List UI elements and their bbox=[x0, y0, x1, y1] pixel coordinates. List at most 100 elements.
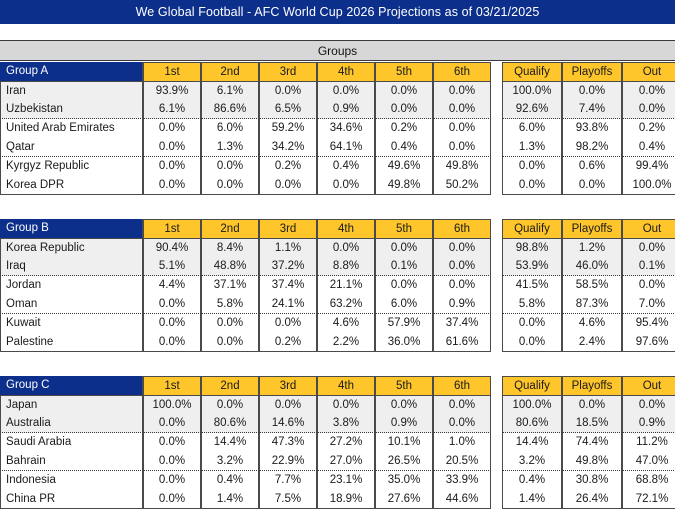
column-header-place[interactable]: 3rd bbox=[259, 62, 317, 81]
column-header-place[interactable]: 3rd bbox=[259, 219, 317, 238]
column-gap bbox=[491, 414, 502, 433]
column-header-outcome[interactable]: Qualify bbox=[502, 62, 562, 81]
team-name[interactable]: Jordan bbox=[0, 276, 143, 295]
place-probability-cell: 24.1% bbox=[259, 295, 317, 314]
place-probability-cell: 0.0% bbox=[143, 295, 201, 314]
place-probability-cell: 0.0% bbox=[375, 81, 433, 100]
column-header-place[interactable]: 4th bbox=[317, 376, 375, 395]
place-probability-cell: 6.1% bbox=[201, 81, 259, 100]
team-name[interactable]: Indonesia bbox=[0, 471, 143, 490]
place-probability-cell: 0.0% bbox=[433, 138, 491, 157]
team-name[interactable]: Oman bbox=[0, 295, 143, 314]
column-header-place[interactable]: 1st bbox=[143, 62, 201, 81]
place-probability-cell: 27.2% bbox=[317, 433, 375, 452]
team-name[interactable]: Iraq bbox=[0, 257, 143, 276]
place-probability-cell: 49.6% bbox=[375, 157, 433, 176]
place-probability-cell: 34.2% bbox=[259, 138, 317, 157]
column-header-place[interactable]: 2nd bbox=[201, 219, 259, 238]
column-header-place[interactable]: 6th bbox=[433, 219, 491, 238]
place-probability-cell: 6.0% bbox=[201, 119, 259, 138]
place-probability-cell: 0.0% bbox=[201, 333, 259, 352]
place-probability-cell: 0.0% bbox=[143, 452, 201, 471]
place-probability-cell: 0.0% bbox=[143, 314, 201, 333]
team-name[interactable]: Kyrgyz Republic bbox=[0, 157, 143, 176]
place-probability-cell: 36.0% bbox=[375, 333, 433, 352]
column-gap bbox=[491, 490, 502, 509]
outcome-probability-cell: 18.5% bbox=[562, 414, 622, 433]
outcome-probability-cell: 97.6% bbox=[622, 333, 675, 352]
outcome-probability-cell: 49.8% bbox=[562, 452, 622, 471]
place-probability-cell: 0.2% bbox=[259, 157, 317, 176]
place-probability-cell: 37.4% bbox=[259, 276, 317, 295]
place-probability-cell: 0.0% bbox=[433, 100, 491, 119]
team-name[interactable]: Uzbekistan bbox=[0, 100, 143, 119]
column-header-outcome[interactable]: Out bbox=[622, 376, 675, 395]
place-probability-cell: 3.2% bbox=[201, 452, 259, 471]
outcome-probability-cell: 100.0% bbox=[502, 81, 562, 100]
outcome-probability-cell: 0.4% bbox=[622, 138, 675, 157]
outcome-probability-cell: 0.9% bbox=[622, 414, 675, 433]
column-header-outcome[interactable]: Out bbox=[622, 219, 675, 238]
outcome-probability-cell: 14.4% bbox=[502, 433, 562, 452]
outcome-probability-cell: 41.5% bbox=[502, 276, 562, 295]
column-header-outcome[interactable]: Qualify bbox=[502, 219, 562, 238]
outcome-probability-cell: 3.2% bbox=[502, 452, 562, 471]
column-header-place[interactable]: 1st bbox=[143, 219, 201, 238]
column-header-place[interactable]: 3rd bbox=[259, 376, 317, 395]
team-name[interactable]: United Arab Emirates bbox=[0, 119, 143, 138]
place-probability-cell: 0.0% bbox=[317, 81, 375, 100]
place-probability-cell: 0.0% bbox=[317, 176, 375, 195]
place-probability-cell: 21.1% bbox=[317, 276, 375, 295]
place-probability-cell: 37.2% bbox=[259, 257, 317, 276]
column-header-outcome[interactable]: Playoffs bbox=[562, 376, 622, 395]
outcome-probability-cell: 0.0% bbox=[502, 176, 562, 195]
team-name[interactable]: Palestine bbox=[0, 333, 143, 352]
column-gap bbox=[491, 238, 502, 257]
team-name[interactable]: Australia bbox=[0, 414, 143, 433]
outcome-probability-cell: 0.0% bbox=[622, 238, 675, 257]
outcome-probability-cell: 0.0% bbox=[562, 176, 622, 195]
group-block: Group B 1st 2nd 3rd 4th 5th 6th Qualify Playoffs… bbox=[0, 219, 675, 352]
column-header-outcome[interactable]: Playoffs bbox=[562, 219, 622, 238]
column-header-place[interactable]: 6th bbox=[433, 376, 491, 395]
column-header-place[interactable]: 5th bbox=[375, 62, 433, 81]
team-name[interactable]: Korea Republic bbox=[0, 238, 143, 257]
place-probability-cell: 8.8% bbox=[317, 257, 375, 276]
column-header-place[interactable]: 2nd bbox=[201, 62, 259, 81]
column-header-place[interactable]: 5th bbox=[375, 219, 433, 238]
team-name[interactable]: Saudi Arabia bbox=[0, 433, 143, 452]
place-probability-cell: 23.1% bbox=[317, 471, 375, 490]
column-gap bbox=[491, 62, 502, 81]
column-header-outcome[interactable]: Qualify bbox=[502, 376, 562, 395]
column-gap bbox=[491, 100, 502, 119]
outcome-probability-cell: 7.0% bbox=[622, 295, 675, 314]
column-header-place[interactable]: 2nd bbox=[201, 376, 259, 395]
column-header-place[interactable]: 6th bbox=[433, 62, 491, 81]
column-header-outcome[interactable]: Playoffs bbox=[562, 62, 622, 81]
place-probability-cell: 33.9% bbox=[433, 471, 491, 490]
column-header-outcome[interactable]: Out bbox=[622, 62, 675, 81]
column-header-place[interactable]: 5th bbox=[375, 376, 433, 395]
outcome-probability-cell: 0.0% bbox=[502, 333, 562, 352]
outcome-probability-cell: 80.6% bbox=[502, 414, 562, 433]
column-gap bbox=[491, 433, 502, 452]
outcome-probability-cell: 74.4% bbox=[562, 433, 622, 452]
place-probability-cell: 6.1% bbox=[143, 100, 201, 119]
team-name[interactable]: China PR bbox=[0, 490, 143, 509]
team-name[interactable]: Qatar bbox=[0, 138, 143, 157]
column-header-place[interactable]: 1st bbox=[143, 376, 201, 395]
place-probability-cell: 0.1% bbox=[375, 257, 433, 276]
outcome-probability-cell: 0.1% bbox=[622, 257, 675, 276]
column-header-place[interactable]: 4th bbox=[317, 219, 375, 238]
team-name[interactable]: Japan bbox=[0, 395, 143, 414]
outcome-probability-cell: 6.0% bbox=[502, 119, 562, 138]
outcome-probability-cell: 26.4% bbox=[562, 490, 622, 509]
team-name[interactable]: Bahrain bbox=[0, 452, 143, 471]
outcome-probability-cell: 46.0% bbox=[562, 257, 622, 276]
column-header-place[interactable]: 4th bbox=[317, 62, 375, 81]
team-name[interactable]: Iran bbox=[0, 81, 143, 100]
team-name[interactable]: Korea DPR bbox=[0, 176, 143, 195]
team-name[interactable]: Kuwait bbox=[0, 314, 143, 333]
outcome-probability-cell: 0.0% bbox=[622, 81, 675, 100]
place-probability-cell: 86.6% bbox=[201, 100, 259, 119]
